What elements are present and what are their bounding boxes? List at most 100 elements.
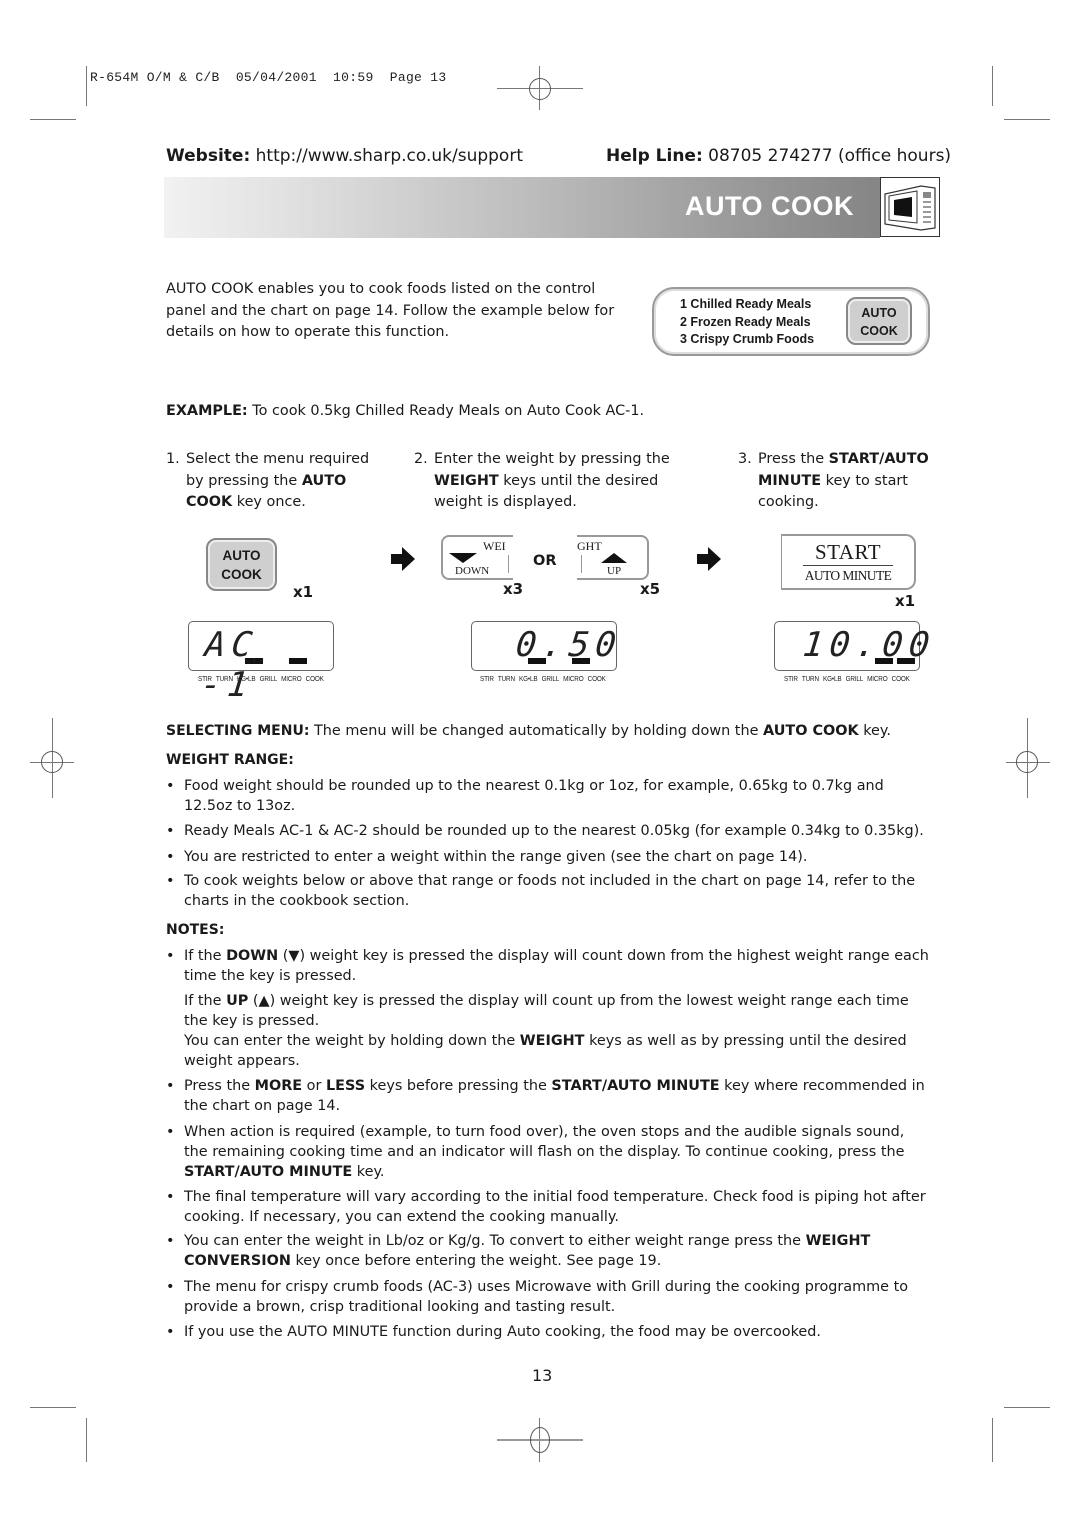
menu-item: 2 Frozen Ready Meals	[680, 314, 811, 329]
bullet-icon: •	[166, 1324, 175, 1340]
crop-mark-top-right-h	[1004, 119, 1050, 120]
step-key-name: COOK	[186, 494, 233, 510]
lcd-display-weight: 0.50	[471, 621, 624, 671]
website-url[interactable]: http://www.sharp.co.uk/support	[256, 146, 523, 166]
bullet-icon: •	[166, 1279, 175, 1295]
note-bullet: • When action is required (example, to t…	[166, 1122, 931, 1182]
key-name: START/AUTO MINUTE	[184, 1164, 353, 1180]
step-text: weight is displayed.	[434, 494, 577, 510]
page-number: 13	[532, 1366, 553, 1385]
press-count: x3	[503, 580, 524, 598]
auto-cook-key[interactable]: AUTO COOK	[846, 297, 912, 345]
step-text: key once.	[232, 494, 306, 510]
key-divider	[803, 565, 893, 566]
press-count: x1	[895, 592, 916, 610]
key-name: WEIGHT	[519, 1033, 585, 1049]
note-subparagraph: If the UP (▲) weight key is pressed the …	[184, 991, 934, 1031]
weight-range-bullet: • Ready Meals AC-1 & AC-2 should be roun…	[166, 821, 931, 841]
press-count: x1	[293, 583, 314, 601]
key-name: UP	[226, 993, 249, 1009]
weight-up-key[interactable]: GHT UP	[577, 535, 649, 580]
display-readout: 10.00	[800, 625, 938, 665]
step-text: cooking.	[758, 494, 819, 510]
notes-heading: NOTES:	[166, 922, 225, 938]
weight-range-bullet: • To cook weights below or above that ra…	[166, 871, 931, 911]
indicator-micro	[875, 658, 893, 664]
auto-cook-key[interactable]: AUTO COOK	[206, 538, 277, 591]
step-text: Select the menu required	[186, 451, 370, 467]
step-text: Enter the weight by pressing the	[434, 451, 670, 467]
or-label: OR	[533, 553, 557, 569]
note-text: If the	[184, 948, 227, 964]
menu-item: 1 Chilled Ready Meals	[680, 297, 812, 311]
note-text: keys before pressing the	[365, 1078, 552, 1094]
indicator-kglb	[528, 658, 546, 664]
indicator-micro	[289, 658, 307, 664]
note-text: key.	[352, 1164, 385, 1180]
bullet-icon: •	[166, 823, 175, 839]
crop-mark-top-left-v	[86, 66, 87, 106]
step-key-name: START/AUTO	[828, 451, 929, 467]
step-number: 1.	[166, 451, 180, 467]
step-text: by pressing the	[186, 472, 302, 489]
selecting-menu-paragraph: SELECTING MENU: The menu will be changed…	[166, 721, 936, 741]
crop-mark-top-right-v	[992, 66, 993, 106]
weight-range-bullet: • You are restricted to enter a weight w…	[166, 847, 931, 867]
print-header: R-654M O/M & C/B 05/04/2001 10:59 Page 1…	[90, 70, 447, 85]
note-text: You can enter the weight in Lb/oz or Kg/…	[184, 1233, 806, 1249]
intro-paragraph: AUTO COOK enables you to cook foods list…	[166, 281, 615, 340]
crop-mark-bottom-left-v	[86, 1418, 87, 1462]
weight-range-heading: WEIGHT RANGE:	[166, 752, 294, 768]
lcd-display-ac1: AC -1	[188, 621, 334, 705]
crop-mark-top-left-h	[30, 119, 76, 120]
note-text: (▼) weight key is pressed the display wi…	[184, 948, 929, 984]
note-text: Press the	[184, 1078, 255, 1094]
up-triangle-icon	[601, 553, 627, 563]
microwave-icon	[880, 177, 940, 237]
note-text: If the	[184, 993, 227, 1009]
key-name: AUTO COOK	[763, 723, 859, 739]
start-auto-minute-key[interactable]: START AUTO MINUTE	[781, 534, 916, 590]
key-label: WEI	[483, 539, 506, 553]
step-number: 2.	[414, 451, 428, 467]
key-label: DOWN	[455, 565, 490, 577]
key-label: AUTO MINUTE	[804, 568, 892, 583]
crop-mark-bottom-right-v	[992, 1418, 993, 1462]
note-bullet: • Press the MORE or LESS keys before pre…	[166, 1076, 931, 1116]
right-arrow-icon	[391, 547, 415, 571]
note-text: When action is required (example, to tur…	[184, 1124, 905, 1160]
key-label: COOK	[221, 567, 262, 582]
note-subparagraph: You can enter the weight by holding down…	[184, 1031, 934, 1071]
example-label: EXAMPLE:	[166, 403, 248, 419]
website-line: Website: http://www.sharp.co.uk/support	[166, 146, 523, 166]
bullet-icon: •	[166, 873, 175, 889]
weight-down-key[interactable]: WEI DOWN	[441, 535, 513, 580]
helpline-number: 08705 274277 (office hours)	[708, 146, 952, 166]
step-key-name: MINUTE	[758, 472, 822, 489]
section-title: AUTO COOK	[684, 191, 854, 221]
note-text: The menu for crispy crumb foods (AC-3) u…	[184, 1279, 909, 1315]
example-text: To cook 0.5kg Chilled Ready Meals on Aut…	[247, 403, 645, 419]
step-number: 3.	[738, 451, 752, 467]
flash-indicator-icon	[244, 658, 264, 664]
crop-mark-bottom-left-h	[30, 1407, 76, 1408]
note-bullet: • If the DOWN (▼) weight key is pressed …	[166, 946, 931, 986]
key-label: AUTO	[222, 548, 261, 563]
bullet-icon: •	[166, 1078, 175, 1094]
step-text: key to start	[821, 472, 908, 489]
step-key-name: WEIGHT	[434, 472, 499, 489]
bullet-text: Food weight should be rounded up to the …	[184, 778, 884, 814]
bullet-text: To cook weights below or above that rang…	[184, 873, 916, 909]
note-bullet: • The final temperature will vary accord…	[166, 1187, 931, 1227]
display-indicator-labels: STIR TURN KG•LB GRILL MICRO COOK	[198, 674, 324, 683]
step-key-name: AUTO	[301, 472, 347, 489]
note-text: (▲) weight key is pressed the display wi…	[184, 993, 909, 1029]
note-text: You can enter the weight by holding down…	[184, 1033, 520, 1049]
paragraph-text: key.	[858, 723, 891, 739]
key-label: AUTO	[861, 306, 897, 320]
website-label: Website:	[166, 146, 251, 166]
bullet-icon: •	[166, 1124, 175, 1140]
down-triangle-icon	[449, 553, 477, 563]
indicator-cook	[897, 658, 915, 664]
step-text: keys until the desired	[498, 472, 659, 489]
